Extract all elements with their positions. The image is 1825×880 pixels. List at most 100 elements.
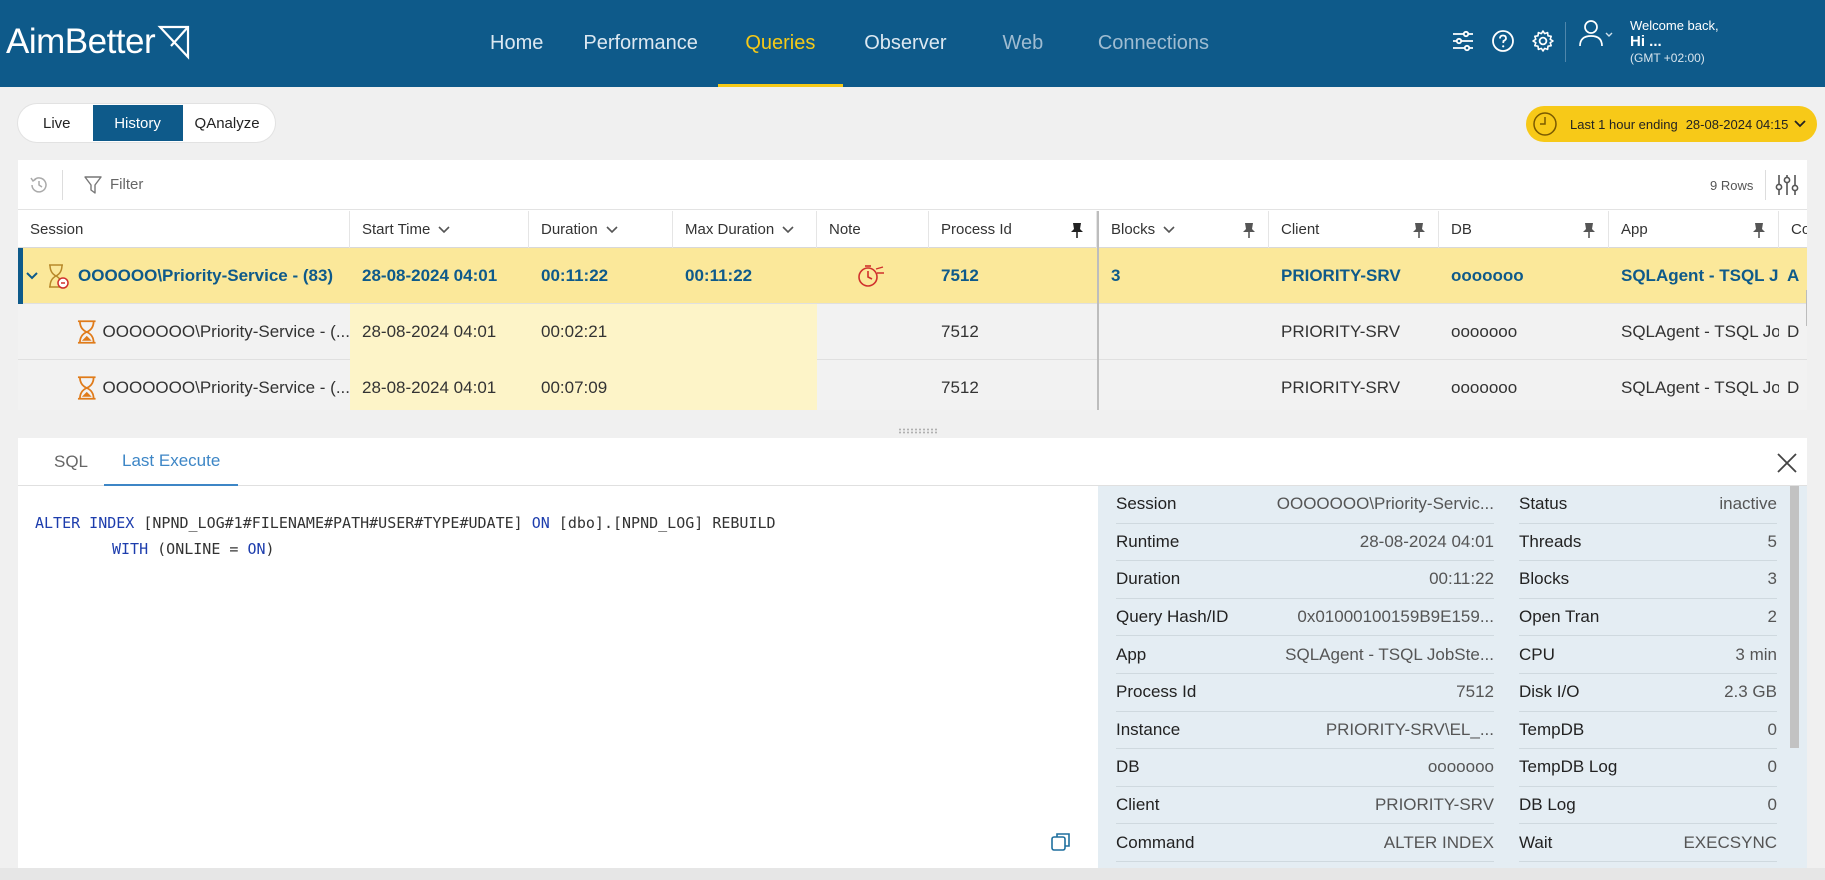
info-value: 0 [1767, 719, 1777, 739]
chevron-down-icon[interactable] [26, 272, 38, 280]
nav-home[interactable]: Home [470, 0, 563, 87]
info-scrollbar[interactable] [1790, 486, 1799, 748]
session-text: OOOOOOO\Priority-Service - (... [102, 378, 350, 397]
filter-input[interactable]: Filter [110, 176, 143, 193]
timezone-text: (GMT +02:00) [1630, 51, 1705, 65]
sql-text: ) [265, 540, 275, 558]
table-row[interactable]: OOOOOO\Priority-Service - (83) 28-08-202… [18, 248, 1807, 304]
column-settings-icon[interactable] [1774, 173, 1800, 197]
info-value: 5 [1767, 531, 1777, 551]
info-key: CPU [1519, 644, 1555, 664]
stopwatch-alert-icon[interactable] [857, 263, 885, 289]
info-value: 0x01000100159B9E159... [1297, 607, 1494, 627]
time-range-label: Last 1 hour ending [1570, 116, 1678, 132]
user-menu[interactable]: Welcome back, Hi ... (GMT +02:00) [1578, 18, 1719, 66]
info-value: 00:11:22 [1429, 569, 1494, 589]
info-row: Disk I/O 2.3 GB [1519, 674, 1777, 712]
tab-qanalyze[interactable]: QAnalyze [183, 105, 272, 141]
tab-sql[interactable]: SQL [36, 438, 106, 486]
info-value: PRIORITY-SRV\EL_... [1325, 719, 1494, 739]
col-blocks[interactable]: Blocks [1099, 211, 1269, 248]
info-value: SQLAgent - TSQL JobSte... [1285, 644, 1494, 664]
copy-icon[interactable] [1050, 831, 1072, 853]
info-row: TempDB Log 0 [1519, 749, 1777, 787]
col-process-id[interactable]: Process Id [929, 211, 1097, 248]
info-row: Wait EXECSYNC [1519, 824, 1777, 862]
col-max-duration[interactable]: Max Duration [673, 211, 817, 248]
info-key: Status [1519, 494, 1568, 514]
history-icon[interactable] [28, 174, 50, 196]
pin-icon[interactable] [1752, 222, 1766, 238]
time-range-selector[interactable]: Last 1 hour ending 28-08-2024 04:15 [1526, 106, 1817, 142]
col-session[interactable]: Session [18, 211, 350, 248]
info-key: Runtime [1116, 531, 1180, 551]
vertical-scrollbar[interactable] [1806, 290, 1807, 326]
info-key: Disk I/O [1519, 682, 1580, 702]
info-key: Instance [1116, 719, 1181, 739]
pin-icon[interactable] [1070, 222, 1084, 238]
nav-connections[interactable]: Connections [1078, 0, 1229, 87]
info-row: Blocks 3 [1519, 561, 1777, 599]
nav-queries[interactable]: Queries [717, 0, 843, 87]
detail-panel: SQL Last Execute ALTER INDEX [NPND_LOG#1… [18, 438, 1807, 868]
info-value: ooooooo [1427, 757, 1494, 777]
client-cell: PRIORITY-SRV [1281, 378, 1401, 397]
info-row: CPU 3 min [1519, 636, 1777, 674]
user-divider [1565, 22, 1566, 62]
duration-cell: 00:11:22 [541, 266, 609, 285]
col-duration[interactable]: Duration [529, 211, 673, 248]
nav-performance[interactable]: Performance [563, 0, 718, 87]
welcome-text: Welcome back, [1630, 18, 1719, 33]
table-row[interactable]: OOOOOOO\Priority-Service - (... 28-08-20… [18, 360, 1807, 410]
top-icons [1448, 26, 1558, 56]
col-client[interactable]: Client [1269, 211, 1439, 248]
info-key: Query Hash/ID [1116, 607, 1229, 627]
sql-text: [NPND_LOG#1#FILENAME#PATH#USER#TYPE#UDAT… [134, 514, 532, 532]
col-app[interactable]: App [1609, 211, 1779, 248]
help-icon[interactable] [1488, 26, 1518, 56]
info-row: Open Tran 2 [1519, 599, 1777, 637]
pin-icon[interactable] [1242, 222, 1256, 238]
info-key: DB [1116, 757, 1140, 777]
sql-text: [dbo].[NPND_LOG] REBUILD [549, 514, 776, 532]
pin-icon[interactable] [1412, 222, 1426, 238]
gear-icon[interactable] [1528, 26, 1558, 56]
con-cell: A [1787, 266, 1800, 285]
info-value: 0 [1767, 757, 1777, 777]
tab-last-execute[interactable]: Last Execute [104, 438, 239, 486]
info-value: EXECSYNC [1683, 832, 1777, 852]
tab-live[interactable]: Live [21, 105, 93, 141]
info-value: 0 [1767, 795, 1777, 815]
aimbetter-logo[interactable]: AimBetter [6, 20, 191, 64]
info-row: App SQLAgent - TSQL JobSte... [1116, 636, 1494, 674]
col-con[interactable]: Con [1779, 211, 1807, 248]
sliders-icon[interactable] [1448, 26, 1478, 56]
col-start-time[interactable]: Start Time [350, 211, 529, 248]
db-cell: ooooooo [1451, 266, 1524, 285]
info-key: App [1116, 644, 1147, 664]
close-icon[interactable] [1776, 452, 1798, 474]
filter-icon[interactable] [83, 175, 103, 195]
pin-icon[interactable] [1582, 222, 1596, 238]
nav-observer[interactable]: Observer [843, 0, 968, 87]
sql-keyword: ON [247, 540, 266, 558]
resize-handle-icon[interactable] [898, 428, 938, 434]
sql-keyword: WITH [112, 540, 149, 558]
info-key: Blocks [1519, 569, 1570, 589]
note-cell [817, 248, 929, 304]
col-db[interactable]: DB [1439, 211, 1609, 248]
clock-icon [1533, 112, 1557, 136]
info-row: Client PRIORITY-SRV [1116, 787, 1494, 825]
info-row: Runtime 28-08-2024 04:01 [1116, 524, 1494, 562]
col-note[interactable]: Note [817, 211, 929, 248]
tab-history[interactable]: History [92, 105, 183, 141]
info-row: Process Id 7512 [1116, 674, 1494, 712]
toolbar-divider [62, 170, 63, 200]
user-greeting: Hi ... [1630, 33, 1662, 50]
info-row: Query Hash/ID 0x01000100159B9E159... [1116, 599, 1494, 637]
info-key: Client [1116, 795, 1160, 815]
nav-web[interactable]: Web [968, 0, 1078, 87]
table-row[interactable]: OOOOOOO\Priority-Service - (... 28-08-20… [18, 304, 1807, 360]
process-id-cell: 7512 [941, 378, 979, 397]
detail-tabs: SQL Last Execute [18, 438, 1807, 486]
